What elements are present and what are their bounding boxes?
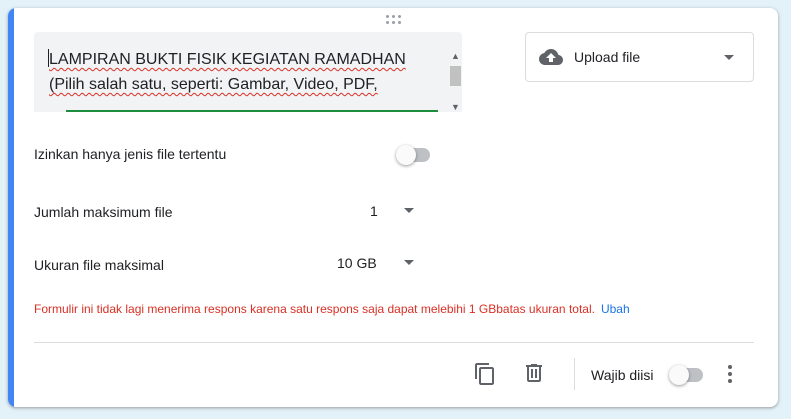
scroll-up-arrow-icon[interactable]: ▲ <box>451 51 460 61</box>
question-type-label: Upload file <box>574 49 641 65</box>
question-type-select[interactable]: Upload file <box>525 32 754 82</box>
active-accent-bar <box>8 8 14 407</box>
cloud-upload-icon <box>539 49 563 65</box>
max-files-select[interactable]: 1 <box>370 203 378 219</box>
allow-file-types-toggle[interactable] <box>396 145 432 165</box>
chevron-down-icon[interactable] <box>404 208 414 213</box>
chevron-down-icon <box>724 55 734 60</box>
warning-text: Formulir ini tidak lagi menerima respons… <box>34 302 595 316</box>
question-title-text[interactable]: LAMPIRAN BUKTI FISIK KEGIATAN RAMADHAN (… <box>49 47 439 99</box>
question-title-field[interactable]: LAMPIRAN BUKTI FISIK KEGIATAN RAMADHAN (… <box>34 32 462 112</box>
max-files-label: Jumlah maksimum file <box>34 204 173 220</box>
change-link[interactable]: Ubah <box>601 302 630 316</box>
textarea-scrollbar[interactable]: ▲ ▼ <box>448 32 462 112</box>
more-vertical-icon[interactable] <box>718 362 742 386</box>
scroll-down-arrow-icon[interactable]: ▼ <box>451 102 460 112</box>
question-field-underline <box>66 110 438 112</box>
question-card[interactable]: LAMPIRAN BUKTI FISIK KEGIATAN RAMADHAN (… <box>8 8 778 407</box>
scroll-thumb[interactable] <box>450 66 461 86</box>
drag-handle-icon[interactable] <box>386 15 404 25</box>
allow-file-types-label: Izinkan hanya jenis file tertentu <box>34 146 227 162</box>
copy-icon[interactable] <box>473 362 497 386</box>
required-toggle[interactable] <box>669 365 705 385</box>
trash-icon[interactable] <box>522 361 546 385</box>
max-size-select[interactable]: 10 GB <box>337 255 377 271</box>
chevron-down-icon[interactable] <box>404 260 414 265</box>
toggle-thumb <box>669 365 689 385</box>
footer-divider <box>34 342 754 343</box>
required-label: Wajib diisi <box>591 367 654 383</box>
text-caret <box>48 49 49 67</box>
footer-separator <box>574 358 575 390</box>
size-limit-warning: Formulir ini tidak lagi menerima respons… <box>34 302 630 316</box>
max-size-label: Ukuran file maksimal <box>34 257 164 273</box>
toggle-thumb <box>396 145 416 165</box>
